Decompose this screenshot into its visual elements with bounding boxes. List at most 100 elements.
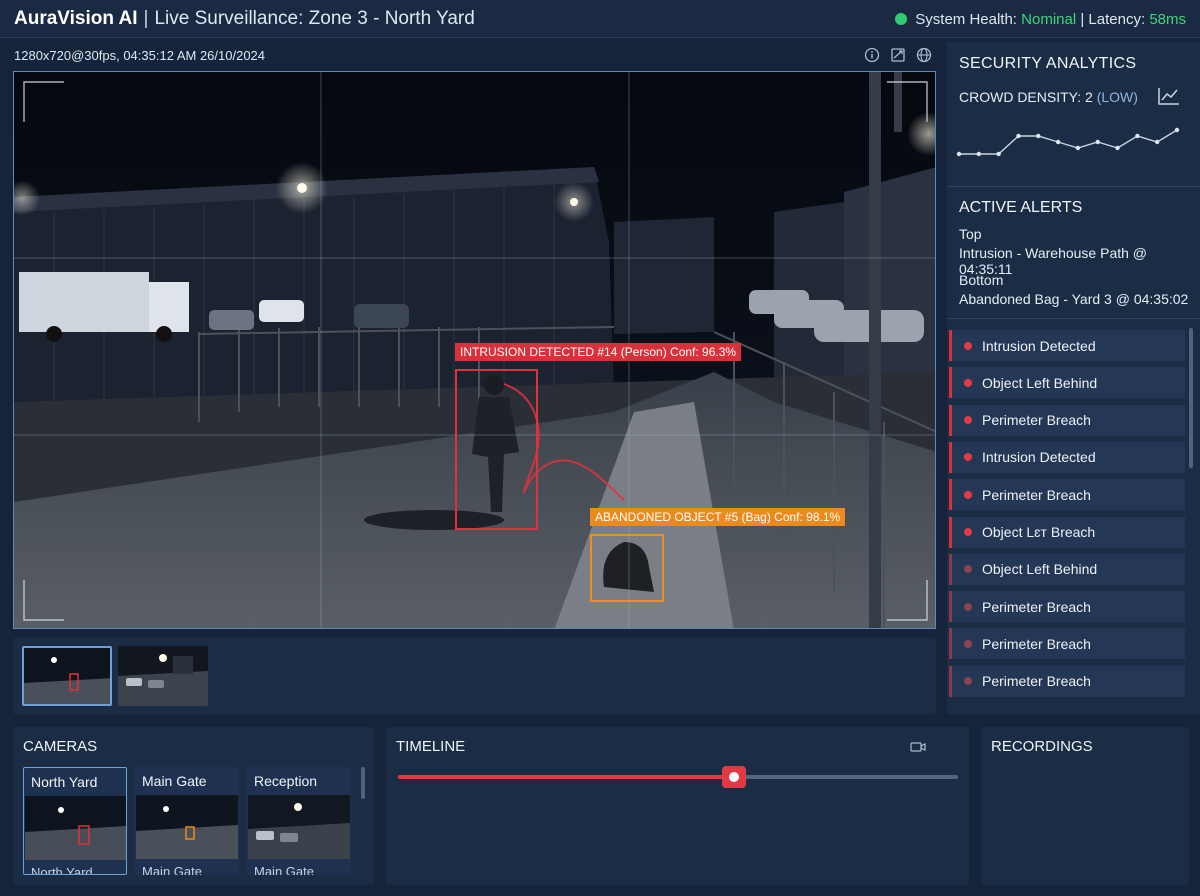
trend-chart-icon[interactable] [1157, 86, 1181, 111]
latency-label: | Latency: [1080, 10, 1146, 28]
video-metadata: 1280x720@30fps, 04:35:12 AM 26/10/2024 [14, 48, 266, 63]
sparkline-point [956, 151, 962, 157]
alert-item-label: Object Left Behind [982, 561, 1098, 578]
alert-status-icon [964, 677, 972, 686]
recordings-panel: RECORDINGS [981, 727, 1189, 885]
alert-bottom-label: Bottom [959, 272, 1004, 288]
snapshot-icon[interactable] [890, 47, 906, 63]
alert-item-label: Intrusion Detected [982, 337, 1096, 354]
alert-list-item[interactable]: Object Left Behind [949, 367, 1185, 399]
video-camera-icon[interactable] [910, 740, 926, 758]
alert-status-icon [964, 602, 972, 611]
alert-status-icon [964, 453, 972, 462]
app-brand: AuraVision AI [14, 7, 138, 29]
alert-list[interactable]: Intrusion Detected Object Left Behind Peri… [949, 328, 1185, 714]
system-health: System Health: Nominal | Latency: 58ms [895, 0, 1186, 38]
camera-caption: Main Gate [254, 864, 314, 875]
alert-item-label: Perimeter Breach [982, 635, 1091, 652]
sparkline-point [1036, 133, 1041, 139]
alert-list-item[interactable]: Intrusion Detected [949, 330, 1185, 361]
active-alerts-title: ACTIVE ALERTS [959, 199, 1083, 216]
title-separator: | [143, 7, 149, 29]
cameras-title: CAMERAS [23, 738, 98, 755]
sparkline-point [1055, 139, 1061, 145]
alert-item-label: Object Lɛт Breach [982, 524, 1096, 540]
camera-name: North Yard [31, 774, 98, 790]
alert-item-label: Perimeter Breach [982, 673, 1091, 690]
health-label: System Health: [915, 10, 1017, 28]
cameras-panel: CAMERAS North Yard North Yard Main Gate … [13, 727, 374, 885]
crowd-density-sparkline [956, 127, 1180, 157]
camera-card-north-yard[interactable]: North Yard North Yard [23, 767, 127, 875]
alert-list-item[interactable]: Perimeter Breach [949, 479, 1185, 511]
analytics-title: SECURITY ANALYTICS [959, 55, 1137, 72]
feed-thumbnail-strip [13, 638, 936, 714]
alert-status-icon [964, 341, 972, 350]
alert-item-label: Perimeter Breach [982, 598, 1091, 615]
alert-status-icon [964, 639, 972, 648]
health-value: Nominal [1021, 10, 1077, 28]
alert-status-icon [964, 490, 972, 499]
info-icon[interactable] [864, 47, 880, 63]
camera-card-main-gate[interactable]: Main Gate Main Gate [135, 767, 239, 875]
alert-list-item[interactable]: Perimeter Breach [949, 404, 1185, 436]
alert-top-label: Top [959, 226, 982, 242]
sparkline-point [1075, 145, 1081, 151]
alert-list-item[interactable]: Perimeter Breach [949, 665, 1185, 697]
sparkline-point [1016, 133, 1021, 139]
alert-item-label: Perimeter Breach [982, 412, 1091, 429]
bag-bounding-box[interactable] [590, 534, 664, 602]
alert-status-icon [964, 528, 972, 536]
sparkline-line [959, 129, 1178, 155]
abandoned-object-label: ABANDONED OBJECT #5 (Bag) Conf: 98.1% [590, 508, 846, 526]
alert-item-label: Perimeter Breach [982, 486, 1091, 503]
timeline-title: TIMELINE [396, 738, 466, 755]
camera-caption: North Yard [31, 865, 93, 875]
alert-item-label: Intrusion Detected [982, 449, 1096, 466]
camera-card-reception[interactable]: Reception Main Gate [247, 767, 351, 875]
alert-list-item[interactable]: Object Left Behind [949, 553, 1185, 585]
timeline-progress [398, 775, 734, 779]
section-divider [947, 186, 1200, 187]
feed-title: Live Surveillance: Zone 3 - North Yard [154, 7, 475, 29]
camera-preview [248, 795, 350, 859]
timeline-scrubber-handle[interactable] [722, 766, 746, 788]
sparkline-point [976, 151, 982, 157]
cameras-scrollbar[interactable] [361, 767, 365, 799]
crowd-density-label: CROWD DENSITY: 2 [959, 89, 1093, 105]
person-bounding-box[interactable] [455, 369, 538, 530]
sparkline-point [1174, 127, 1180, 133]
crowd-density-level: (LOW) [1096, 89, 1138, 105]
feed-thumbnail-north-yard[interactable] [22, 646, 112, 706]
top-bar: AuraVision AI | Live Surveillance: Zone … [0, 0, 1200, 38]
alert-status-icon [964, 416, 972, 425]
alert-list-item[interactable]: Intrusion Detected [949, 441, 1185, 473]
feed-thumbnail-parking[interactable] [118, 646, 208, 706]
sparkline-point [1115, 145, 1120, 151]
alert-item-label: Object Left Behind [982, 374, 1098, 391]
timeline-panel: TIMELINE [386, 727, 969, 885]
alert-status-icon [964, 565, 972, 574]
alert-list-scrollbar[interactable] [1189, 328, 1193, 468]
camera-preview [136, 795, 238, 859]
sparkline-point [1154, 139, 1160, 145]
latency-value: 58ms [1149, 10, 1186, 28]
camera-caption: Main Gate [142, 864, 202, 875]
live-video-feed[interactable]: INTRUSION DETECTED #14 (Person) Conf: 96… [13, 71, 936, 629]
health-status-icon [895, 13, 908, 25]
video-toolbar [864, 47, 932, 63]
intrusion-detection-label: INTRUSION DETECTED #14 (Person) Conf: 96… [455, 343, 742, 361]
camera-preview [25, 796, 126, 860]
crowd-density: CROWD DENSITY: 2 (LOW) [959, 89, 1138, 105]
globe-settings-icon[interactable] [916, 47, 932, 63]
section-divider [947, 318, 1200, 319]
alert-list-item[interactable]: Object Lɛт Breach [949, 516, 1185, 548]
sparkline-point [996, 151, 1001, 157]
camera-name: Reception [254, 773, 318, 789]
recordings-title: RECORDINGS [991, 738, 1093, 755]
alert-status-icon [964, 378, 972, 387]
alert-list-item[interactable]: Perimeter Breach [949, 628, 1185, 660]
sparkline-point [1095, 139, 1100, 145]
alert-bottom-text: Abandoned Bag - Yard 3 @ 04:35:02 [959, 291, 1189, 307]
alert-list-item[interactable]: Perimeter Breach [949, 591, 1185, 623]
